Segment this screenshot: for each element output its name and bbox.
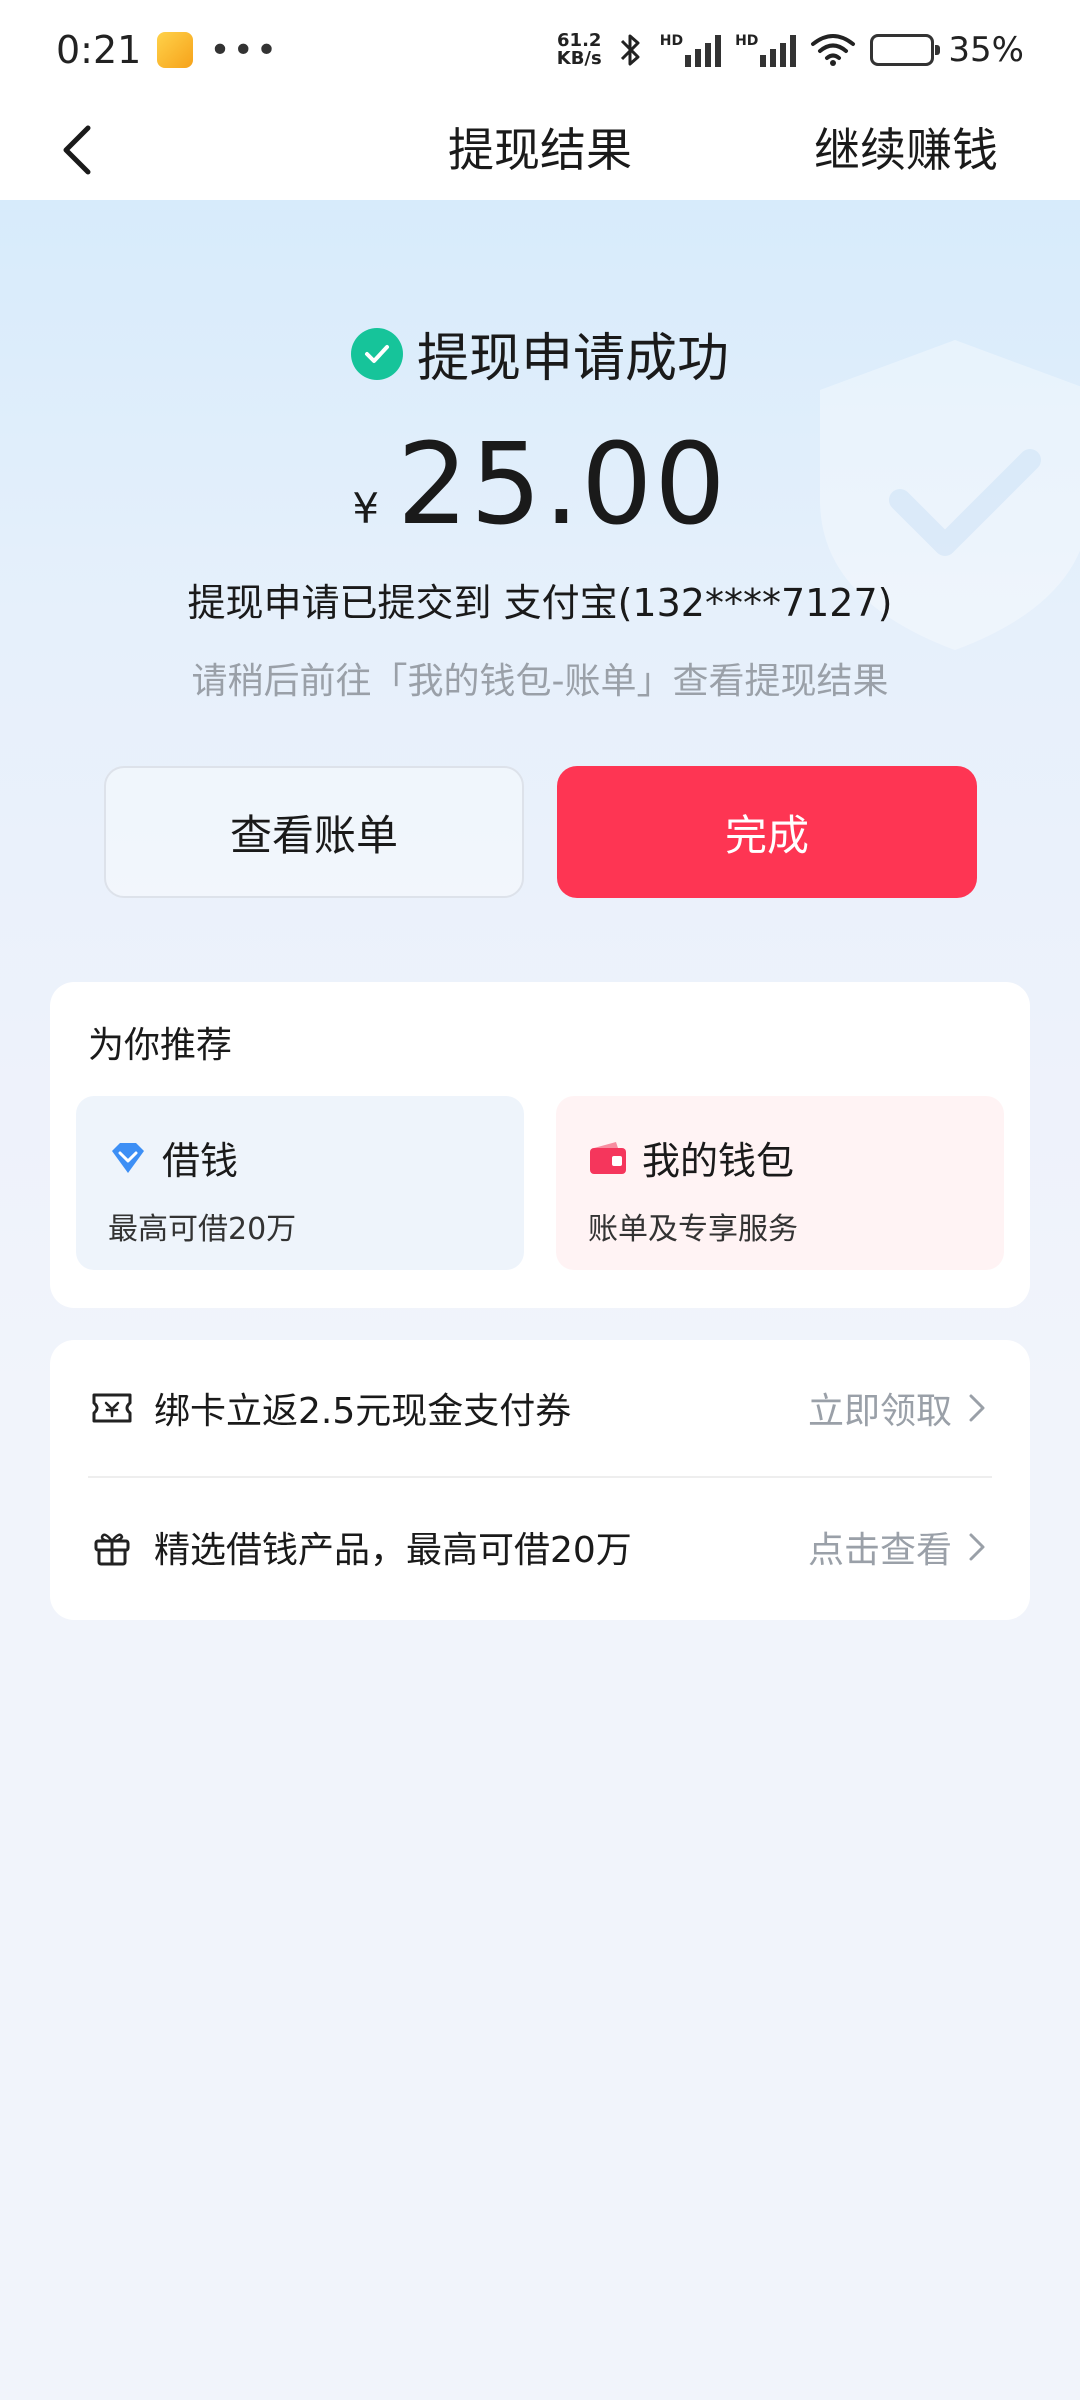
status-left: 0:21 ••• xyxy=(56,28,279,72)
promo-action: 点击查看 xyxy=(807,1530,952,1571)
withdraw-amount: ¥ 25.00 xyxy=(0,420,1080,550)
wallet-icon xyxy=(590,1141,626,1174)
bluetooth-icon xyxy=(620,34,640,66)
result-status: 提现申请成功 xyxy=(0,316,1080,391)
signal-1-icon: HD xyxy=(659,33,722,67)
recommend-item-subtitle: 最高可借20万 xyxy=(108,1212,297,1247)
notification-app-icon xyxy=(157,32,194,68)
view-bill-button[interactable]: 查看账单 xyxy=(104,766,524,898)
signal-2-hd-label: HD xyxy=(735,33,759,49)
gift-icon xyxy=(88,1523,136,1571)
status-time: 0:21 xyxy=(56,28,142,72)
network-speed: 61.2 KB/s xyxy=(557,32,602,68)
submitted-destination: 提现申请已提交到 支付宝(132****7127) xyxy=(187,581,893,625)
recommend-title: 为你推荐 xyxy=(88,1025,233,1066)
recommend-item-head: 借钱 xyxy=(108,1130,238,1185)
recommend-item-wallet[interactable]: 我的钱包 账单及专享服务 xyxy=(556,1096,1004,1270)
more-notifications-icon: ••• xyxy=(209,29,280,71)
recommend-item-name: 借钱 xyxy=(162,1139,239,1183)
recommend-item-name: 我的钱包 xyxy=(642,1139,795,1183)
done-button[interactable]: 完成 xyxy=(557,766,977,898)
currency-symbol: ¥ xyxy=(352,484,380,533)
network-speed-unit: KB/s xyxy=(556,48,602,69)
status-right: 61.2 KB/s HD HD 35% xyxy=(557,30,1024,70)
result-hint: 请稍后前往「我的钱包-账单」查看提现结果 xyxy=(191,661,889,702)
amount-value: 25.00 xyxy=(397,420,728,550)
recommend-item-subtitle: 账单及专享服务 xyxy=(588,1212,798,1247)
chevron-right-icon xyxy=(962,1532,992,1562)
header: 提现结果 继续赚钱 xyxy=(0,100,1080,200)
promo-list-card: 绑卡立返2.5元现金支付券 立即领取 精选借钱产品，最高可借20万 点击查看 xyxy=(50,1340,1030,1620)
battery-icon xyxy=(870,34,941,66)
promo-row-bind-card[interactable]: 绑卡立返2.5元现金支付券 立即领取 xyxy=(88,1340,992,1478)
recommend-card: 为你推荐 借钱 最高可借20万 我的钱包 账单及专享服务 xyxy=(50,982,1030,1308)
chevron-right-icon xyxy=(962,1393,992,1423)
battery-percent: 35% xyxy=(948,30,1024,70)
promo-text: 精选借钱产品，最高可借20万 xyxy=(154,1530,632,1571)
ticket-icon xyxy=(88,1384,136,1432)
status-bar: 0:21 ••• 61.2 KB/s HD HD 35% xyxy=(0,0,1080,100)
wifi-icon xyxy=(811,34,856,66)
diamond-icon xyxy=(112,1142,144,1173)
recommend-item-head: 我的钱包 xyxy=(588,1130,794,1185)
promo-action: 立即领取 xyxy=(807,1391,952,1432)
recommend-item-borrow[interactable]: 借钱 最高可借20万 xyxy=(76,1096,524,1270)
result-title: 提现申请成功 xyxy=(416,329,729,389)
promo-text: 绑卡立返2.5元现金支付券 xyxy=(154,1391,572,1432)
signal-1-hd-label: HD xyxy=(659,33,684,49)
promo-row-loan-products[interactable]: 精选借钱产品，最高可借20万 点击查看 xyxy=(88,1478,992,1616)
continue-earning-link[interactable]: 继续赚钱 xyxy=(814,100,998,200)
signal-2-icon: HD xyxy=(735,33,797,67)
success-check-icon xyxy=(350,327,403,380)
